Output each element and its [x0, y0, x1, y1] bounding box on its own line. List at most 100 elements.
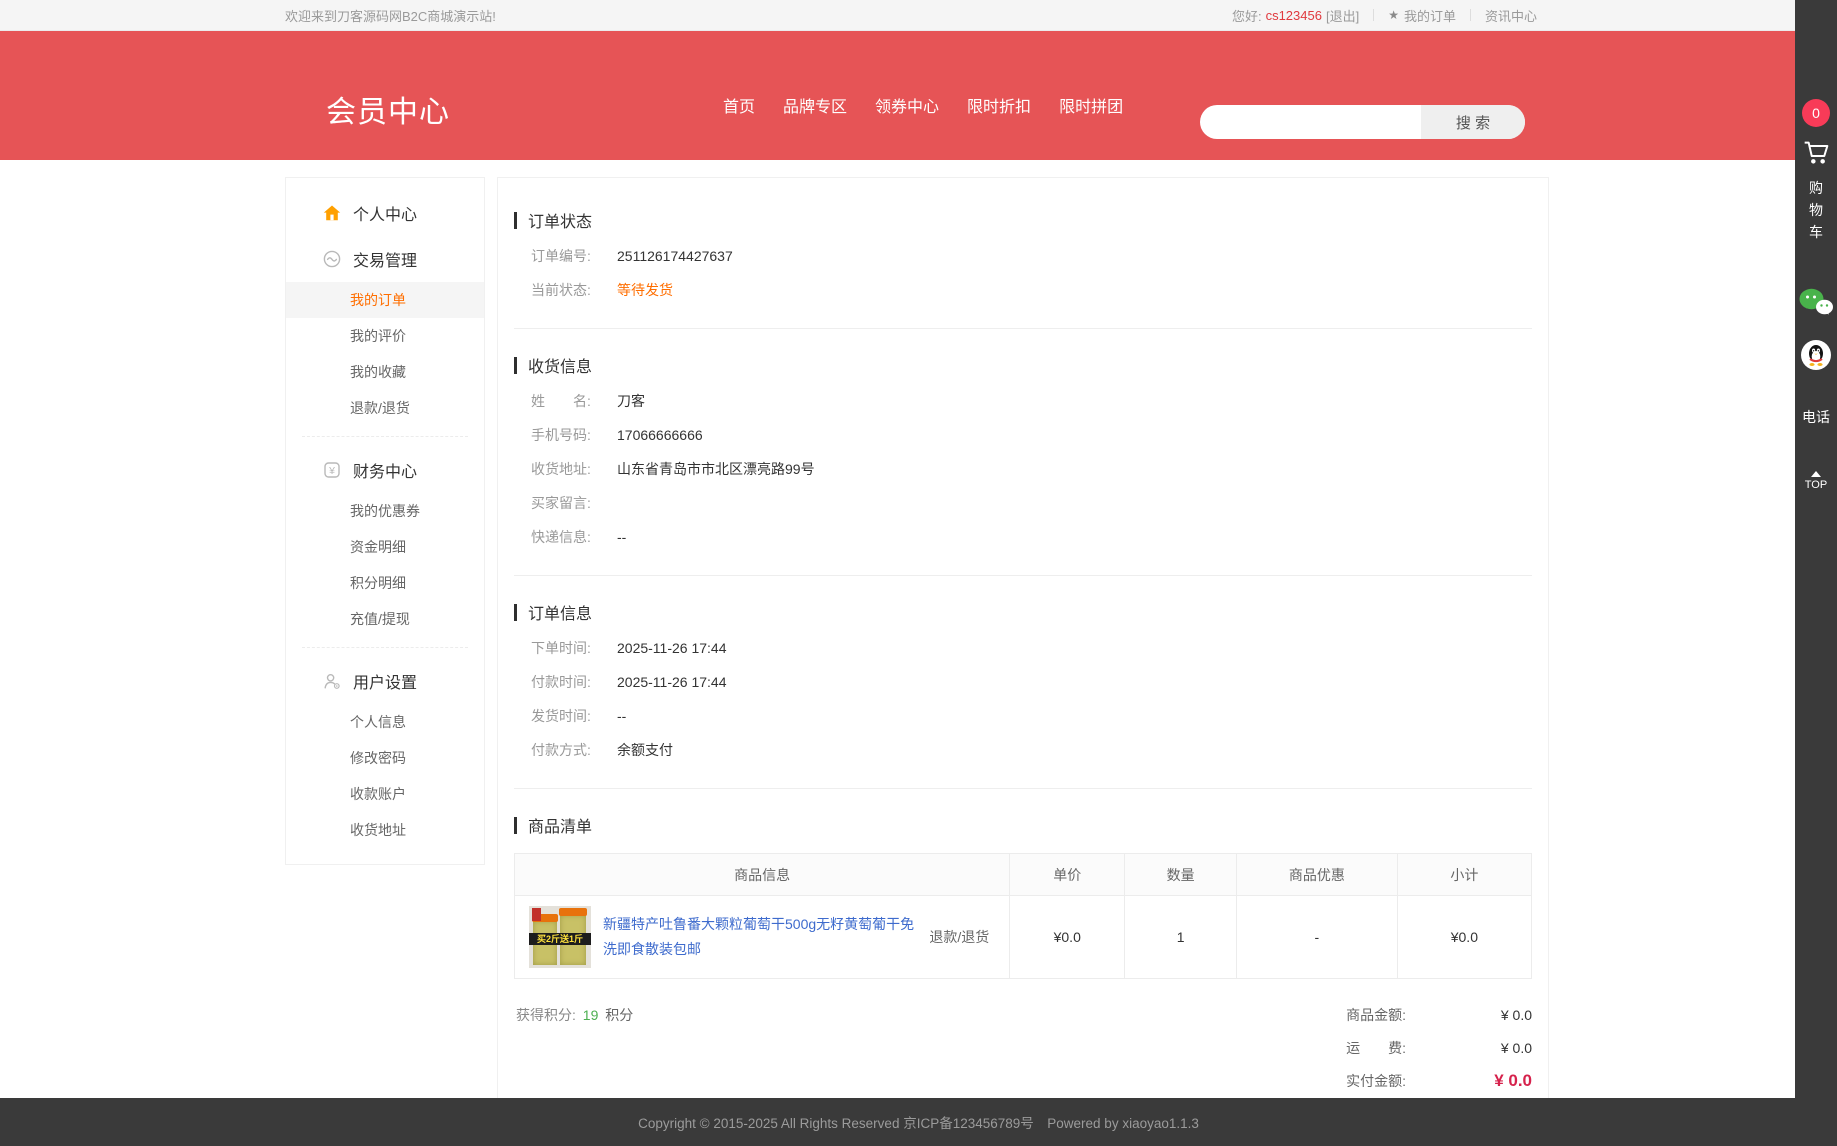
- topbar-my-orders-link[interactable]: 我的订单: [1404, 6, 1456, 25]
- address-row: 收货地址: 山东省青岛市市北区漂亮路99号: [514, 459, 1532, 479]
- cart-label[interactable]: 购物车: [1809, 177, 1824, 243]
- phone-row: 手机号码: 17066666666: [514, 425, 1532, 445]
- product-title-link[interactable]: 新疆特产吐鲁番大颗粒葡萄干500g无籽黄萄葡干免洗即食散装包邮: [603, 912, 923, 962]
- divider: [1470, 9, 1471, 21]
- refund-return-link[interactable]: 退款/退货: [929, 927, 997, 947]
- pay-time-row: 付款时间: 2025-11-26 17:44: [514, 672, 1532, 692]
- table-row: 买2斤送1斤 新疆特产吐鲁番大颗粒葡萄干500g无籽黄萄葡干免洗即食散装包邮 退…: [515, 896, 1532, 979]
- express-info-row: 快递信息: --: [514, 527, 1532, 547]
- discount-cell: -: [1237, 896, 1398, 979]
- sidebar-group-label: 个人中心: [353, 201, 417, 225]
- field-label: 订单编号:: [531, 246, 617, 266]
- nav-home[interactable]: 首页: [723, 93, 755, 117]
- subtotal-cell: ¥0.0: [1397, 896, 1531, 979]
- floating-toolbar: 0 购物车 电话 TOP: [1795, 0, 1837, 1146]
- sidebar-item-personal-info[interactable]: 个人信息: [286, 704, 484, 740]
- title-bar-icon: [514, 604, 517, 621]
- content: 个人中心 交易管理 我的订单 我的评价 我的收藏 退款/退货 ¥ 财务中心 我的…: [285, 177, 1549, 1137]
- sidebar-item-change-password[interactable]: 修改密码: [286, 740, 484, 776]
- section-order-status: 订单状态 订单编号: 251126174427637 当前状态: 等待发货: [514, 184, 1532, 329]
- title-bar-icon: [514, 357, 517, 374]
- header: 会员中心 首页 品牌专区 领券中心 限时折扣 限时拼团 搜 索: [0, 31, 1837, 160]
- shipping-fee-value: ¥ 0.0: [1406, 1040, 1532, 1056]
- unit-price-cell: ¥0.0: [1010, 896, 1125, 979]
- points-label: 获得积分:: [516, 1007, 576, 1023]
- points-earned: 获得积分: 19 积分: [516, 1005, 633, 1104]
- sidebar-item-my-coupons[interactable]: 我的优惠券: [286, 493, 484, 529]
- field-label: 手机号码:: [531, 425, 617, 445]
- topbar-right: 您好: cs123456 [退出] ★ 我的订单 资讯中心: [1232, 6, 1537, 25]
- image-badge-text: 买2斤送1斤: [529, 933, 591, 945]
- total-label: 实付金额:: [1346, 1071, 1406, 1091]
- greeting-label: 您好:: [1232, 6, 1262, 25]
- total-label: 运 费:: [1346, 1038, 1406, 1058]
- pay-method-row: 付款方式: 余额支付: [514, 740, 1532, 760]
- paid-amount-row: 实付金额: ¥ 0.0: [1346, 1071, 1532, 1091]
- section-title-text: 收货信息: [528, 353, 592, 377]
- order-detail-panel: 订单状态 订单编号: 251126174427637 当前状态: 等待发货 收货…: [497, 177, 1549, 1137]
- sidebar-item-recharge-withdraw[interactable]: 充值/提现: [286, 601, 484, 637]
- qq-icon[interactable]: [1801, 340, 1831, 373]
- topbar-news-link[interactable]: 资讯中心: [1485, 6, 1537, 25]
- divider: [1373, 9, 1374, 21]
- points-value: 19: [583, 1007, 599, 1023]
- section-title: 商品清单: [514, 813, 1532, 837]
- phone-label[interactable]: 电话: [1802, 407, 1830, 427]
- svg-text:¥: ¥: [328, 465, 335, 477]
- field-label: 快递信息:: [531, 527, 617, 547]
- copyright-text: Copyright © 2015-2025 All Rights Reserve…: [638, 1112, 1199, 1132]
- section-title-text: 订单状态: [528, 208, 592, 232]
- sidebar-item-my-favorites[interactable]: 我的收藏: [286, 354, 484, 390]
- sidebar-item-payee-account[interactable]: 收款账户: [286, 776, 484, 812]
- order-summary: 获得积分: 19 积分 商品金额: ¥ 0.0 运 费: ¥ 0.0 实付金额:: [514, 1005, 1532, 1104]
- wechat-icon[interactable]: [1798, 287, 1834, 320]
- logout-link[interactable]: [退出]: [1326, 6, 1359, 25]
- totals-block: 商品金额: ¥ 0.0 运 费: ¥ 0.0 实付金额: ¥ 0.0: [1346, 1005, 1532, 1104]
- top-label: TOP: [1805, 479, 1827, 491]
- main-nav: 首页 品牌专区 领券中心 限时折扣 限时拼团: [723, 93, 1123, 117]
- sidebar-group-trade[interactable]: 交易管理: [286, 236, 484, 282]
- buyer-message-row: 买家留言:: [514, 493, 1532, 513]
- total-label: 商品金额:: [1346, 1005, 1406, 1025]
- status-badge: 等待发货: [617, 280, 673, 300]
- col-quantity: 数量: [1125, 854, 1237, 896]
- order-time-value: 2025-11-26 17:44: [617, 638, 727, 658]
- divider: [302, 436, 468, 437]
- field-label: 买家留言:: [531, 493, 617, 513]
- sidebar-group-user-settings[interactable]: 用户设置: [286, 658, 484, 704]
- home-icon: [322, 203, 342, 223]
- field-label: 下单时间:: [531, 638, 617, 658]
- welcome-text: 欢迎来到刀客源码网B2C商城演示站!: [285, 6, 496, 25]
- nav-flash-discount[interactable]: 限时折扣: [967, 93, 1031, 117]
- cart-icon[interactable]: [1800, 136, 1832, 171]
- back-to-top-button[interactable]: TOP: [1805, 471, 1827, 491]
- product-image[interactable]: 买2斤送1斤: [529, 906, 591, 968]
- field-label: 付款时间:: [531, 672, 617, 692]
- divider: [302, 647, 468, 648]
- sidebar-group-finance[interactable]: ¥ 财务中心: [286, 447, 484, 493]
- receiver-name-row: 姓 名: 刀客: [514, 391, 1532, 411]
- search-input[interactable]: [1200, 105, 1421, 139]
- paid-amount-value: ¥ 0.0: [1406, 1071, 1532, 1091]
- sidebar-item-refund-return[interactable]: 退款/退货: [286, 390, 484, 426]
- sidebar-item-my-orders[interactable]: 我的订单: [286, 282, 484, 318]
- title-bar-icon: [514, 212, 517, 229]
- sidebar-item-shipping-address[interactable]: 收货地址: [286, 812, 484, 848]
- sidebar-item-fund-detail[interactable]: 资金明细: [286, 529, 484, 565]
- search-button[interactable]: 搜 索: [1421, 105, 1525, 139]
- sidebar-item-points-detail[interactable]: 积分明细: [286, 565, 484, 601]
- col-discount: 商品优惠: [1237, 854, 1398, 896]
- goods-table: 商品信息 单价 数量 商品优惠 小计: [514, 853, 1532, 979]
- red-tag-graphic: [532, 908, 541, 921]
- sidebar-group-personal-center[interactable]: 个人中心: [286, 190, 484, 236]
- sidebar-item-my-reviews[interactable]: 我的评价: [286, 318, 484, 354]
- finance-icon: ¥: [322, 460, 342, 480]
- goods-amount-row: 商品金额: ¥ 0.0: [1346, 1005, 1532, 1025]
- nav-group-buy[interactable]: 限时拼团: [1059, 93, 1123, 117]
- nav-coupon-center[interactable]: 领券中心: [875, 93, 939, 117]
- footer: Copyright © 2015-2025 All Rights Reserve…: [0, 1098, 1837, 1146]
- user-gear-icon: [322, 671, 342, 691]
- nav-brand-zone[interactable]: 品牌专区: [783, 93, 847, 117]
- trade-icon: [322, 249, 342, 269]
- order-number-row: 订单编号: 251126174427637: [514, 246, 1532, 266]
